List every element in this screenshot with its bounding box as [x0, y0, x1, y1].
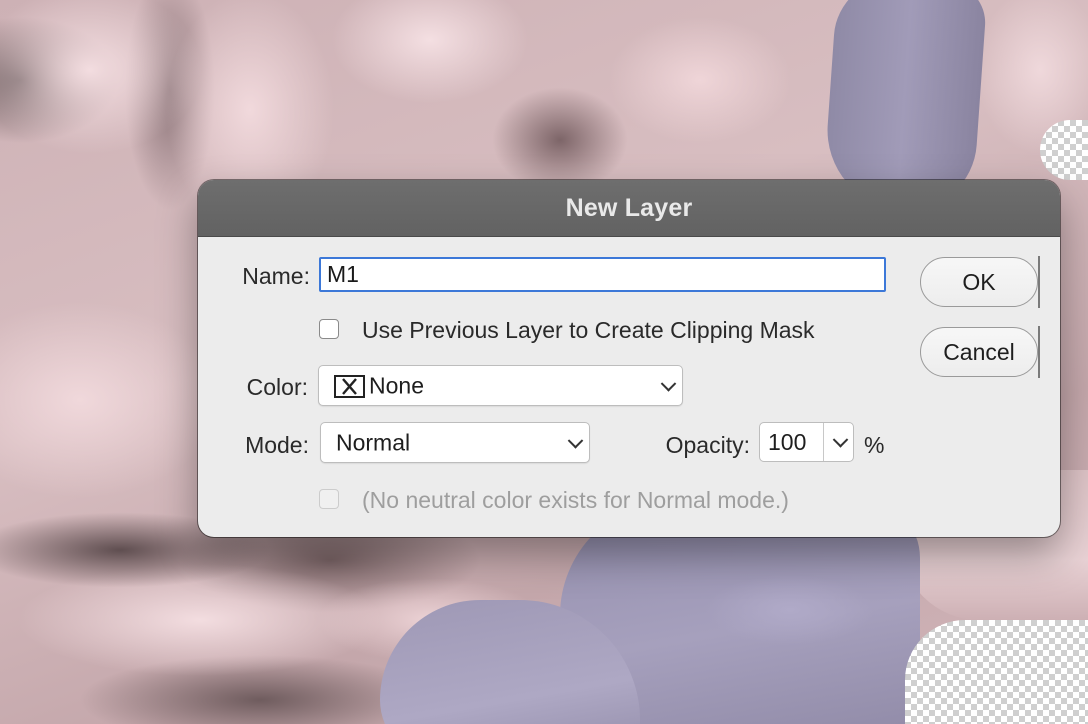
chevron-down-icon [567, 432, 584, 449]
chevron-down-icon[interactable] [832, 432, 849, 448]
color-select[interactable]: None [318, 365, 683, 406]
mode-label: Mode: [245, 432, 309, 458]
clipping-mask-label[interactable]: Use Previous Layer to Create Clipping Ma… [362, 317, 815, 344]
opacity-label: Opacity: [665, 432, 750, 458]
dialog-title: New Layer [565, 193, 693, 222]
ok-button[interactable]: OK [920, 257, 1038, 307]
neutral-color-label: (No neutral color exists for Normal mode… [362, 487, 789, 513]
clipping-mask-checkbox[interactable] [319, 319, 339, 339]
mode-select[interactable]: Normal [320, 422, 590, 463]
new-layer-dialog: New Layer Name: Use Previous Layer to Cr… [198, 180, 1060, 537]
name-field[interactable] [319, 257, 886, 292]
transparency-checkerboard-top [1040, 120, 1088, 180]
opacity-combo[interactable]: 100 [759, 422, 854, 462]
neutral-color-checkbox [319, 489, 339, 509]
transparency-checkerboard [905, 620, 1088, 724]
cancel-button[interactable]: Cancel [920, 327, 1038, 377]
color-label: Color: [246, 374, 308, 400]
opacity-unit: % [864, 432, 885, 458]
dialog-titlebar[interactable]: New Layer [198, 180, 1060, 237]
name-label: Name: [242, 263, 310, 289]
ok-button-edge [1038, 256, 1040, 308]
opacity-field[interactable]: 100 [760, 423, 824, 461]
cancel-button-edge [1038, 326, 1040, 378]
color-value: None [369, 372, 424, 398]
mode-value: Normal [336, 429, 411, 455]
x-box-icon [334, 375, 365, 398]
chevron-down-icon [660, 375, 677, 392]
